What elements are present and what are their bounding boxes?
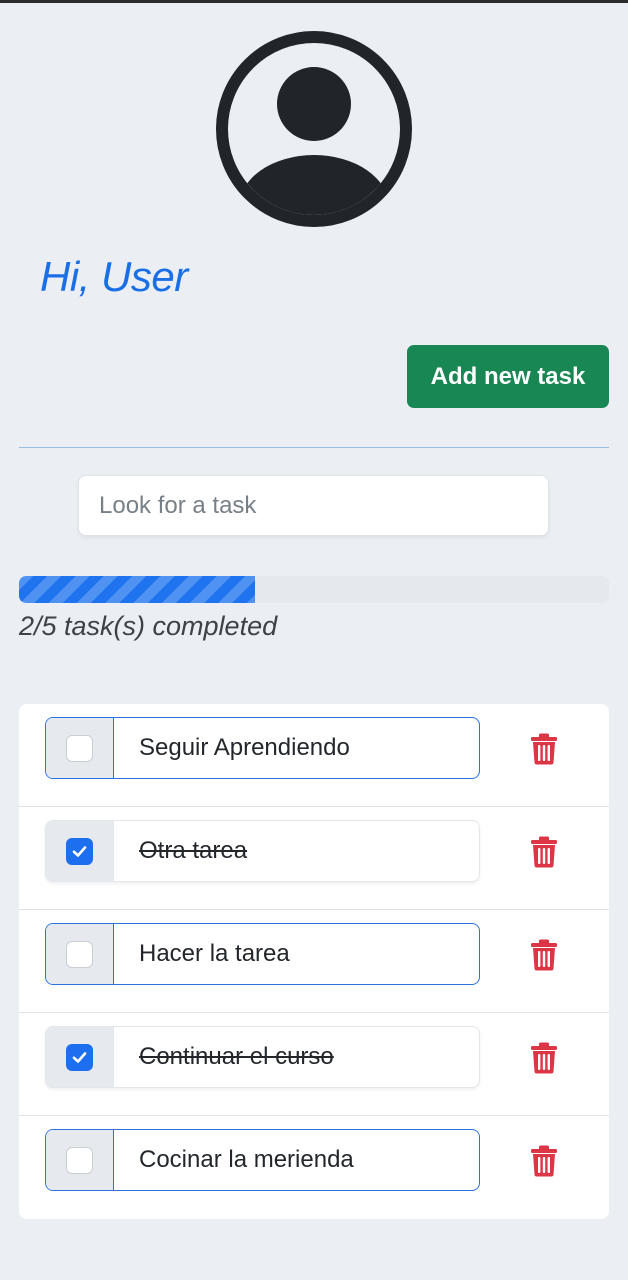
progress-bar [19,576,609,603]
check-icon [72,1051,87,1063]
task-input-group: Seguir Aprendiendo [45,717,480,779]
search-input[interactable] [78,475,549,536]
progress-fill [19,576,255,603]
checkbox-cell [46,1130,114,1190]
progress-label: 2/5 task(s) completed [19,611,278,641]
checkbox-cell [46,1027,114,1087]
task-text-field[interactable]: Otra tarea [114,821,479,881]
task-text-field[interactable]: Seguir Aprendiendo [114,718,479,778]
checkbox-cell [46,821,114,881]
task-checkbox[interactable] [66,940,93,968]
task-row: Otra tarea [19,807,609,910]
task-row: Hacer la tarea [19,910,609,1013]
trash-icon[interactable] [530,1042,558,1074]
task-text-field[interactable]: Cocinar la merienda [114,1130,479,1190]
trash-icon[interactable] [530,836,558,868]
task-text-field[interactable]: Hacer la tarea [114,924,479,984]
user-avatar-icon [216,31,412,227]
trash-icon[interactable] [530,1145,558,1177]
check-icon [72,845,87,857]
greeting-heading: Hi, User [40,253,188,300]
task-row: Continuar el curso [19,1013,609,1116]
task-checkbox[interactable] [66,1043,93,1071]
divider [19,447,609,448]
checkbox-cell [46,718,114,778]
task-list: Seguir Aprendiendo Otra tarea Hacer la t… [19,704,609,1219]
checkbox-cell [46,924,114,984]
task-checkbox[interactable] [66,1146,93,1174]
task-checkbox[interactable] [66,837,93,865]
task-text-field[interactable]: Continuar el curso [114,1027,479,1087]
trash-icon[interactable] [530,733,558,765]
task-input-group: Cocinar la merienda [45,1129,480,1191]
task-row: Cocinar la merienda [19,1116,609,1219]
add-task-button[interactable]: Add new task [407,345,609,408]
trash-icon[interactable] [530,939,558,971]
task-input-group: Otra tarea [45,820,480,882]
task-row: Seguir Aprendiendo [19,704,609,807]
task-input-group: Hacer la tarea [45,923,480,985]
task-input-group: Continuar el curso [45,1026,480,1088]
task-checkbox[interactable] [66,734,93,762]
